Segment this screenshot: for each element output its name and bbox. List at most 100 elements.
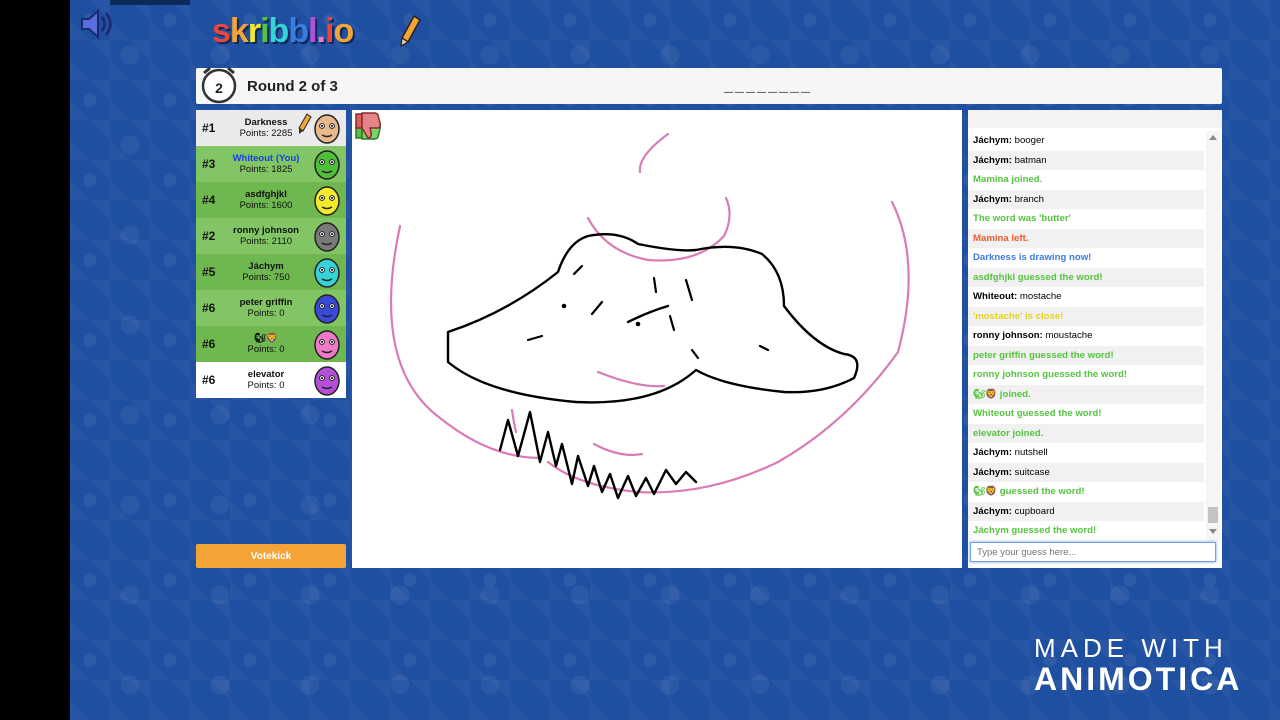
- chat-text: Darkness is drawing now!: [973, 252, 1092, 263]
- chat-message: Jáchym: cupboard: [968, 501, 1204, 521]
- player-info: 🐿🦁 Points: 0: [226, 333, 306, 355]
- chat-author: Jáchym:: [973, 505, 1012, 517]
- player-avatar: [314, 222, 340, 252]
- player-rank: #6: [202, 301, 216, 315]
- chat-author: Jáchym:: [973, 447, 1012, 458]
- thumbs-down-icon[interactable]: [352, 110, 384, 142]
- scroll-up-icon[interactable]: [1209, 135, 1217, 140]
- player-points: Points: 0: [247, 380, 285, 391]
- chat-message: 🐿🦁 guessed the word!: [968, 482, 1204, 502]
- chat-message: ronny johnson guessed the word!: [968, 365, 1204, 385]
- chat-message: Mamina joined.: [968, 170, 1204, 190]
- chat-text: The word was 'butter': [973, 213, 1071, 224]
- chat-message: Jáchym: suitcase: [968, 462, 1204, 482]
- word-hint: ________: [724, 79, 813, 96]
- chat-messages: Jáchym: booger Jáchym: batman Mamina joine…: [968, 131, 1204, 541]
- player-list: #1 Darkness Points: 2285 #3 Whiteout (You) Po…: [196, 110, 346, 398]
- chat-author: Whiteout:: [973, 291, 1018, 302]
- chat-panel: Jáchym: booger Jáchym: batman Mamina joine…: [968, 110, 1222, 568]
- votekick-button[interactable]: Votekick: [196, 544, 346, 568]
- logo-text: skribbl.io: [212, 12, 354, 50]
- player-row[interactable]: #6 🐿🦁 Points: 0: [196, 326, 346, 362]
- chat-text: 🐿🦁 guessed the word!: [973, 486, 1085, 497]
- chat-message: Jáchym: batman: [968, 150, 1204, 170]
- chat-author: ronny johnson:: [973, 330, 1043, 341]
- logo: skribbl.io: [212, 12, 354, 51]
- chat-text: booger: [1011, 135, 1045, 146]
- player-points: Points: 750: [242, 272, 290, 283]
- chat-message: Jáchym: nutshell: [968, 443, 1204, 463]
- player-row[interactable]: #3 Whiteout (You) Points: 1825: [196, 146, 346, 182]
- chat-message: Jáchym guessed the word!: [968, 521, 1204, 541]
- chat-text: nutshell: [1011, 447, 1048, 458]
- player-points: Points: 0: [247, 308, 285, 319]
- player-points: Points: 1825: [239, 164, 293, 175]
- chat-message: asdfghjkl guessed the word!: [968, 267, 1204, 287]
- timer-value: 2: [215, 80, 223, 96]
- chat-text: moustache: [1042, 330, 1093, 341]
- player-info: Jáchym Points: 750: [226, 261, 306, 283]
- drawing: [390, 132, 910, 500]
- chat-text: asdfghjkl guessed the word!: [973, 271, 1103, 283]
- chat-text: batman: [1011, 154, 1047, 166]
- chat-text: 🐿🦁 joined.: [973, 388, 1031, 400]
- round-indicator: Round 2 of 3: [247, 78, 338, 95]
- chat-text: branch: [1011, 193, 1044, 205]
- chat-text: suitcase: [1011, 466, 1050, 478]
- player-info: Darkness Points: 2285: [226, 117, 306, 139]
- player-name: Darkness: [244, 117, 288, 128]
- chat-text: elevator joined.: [973, 427, 1044, 439]
- player-row[interactable]: #6 elevator Points: 0: [196, 362, 346, 398]
- player-name: elevator: [247, 369, 285, 380]
- player-row[interactable]: #4 asdfghjkl Points: 1600: [196, 182, 346, 218]
- chat-text: Whiteout guessed the word!: [973, 408, 1102, 419]
- chat-text: cupboard: [1011, 505, 1055, 517]
- scroll-thumb[interactable]: [1208, 507, 1218, 523]
- player-rank: #3: [202, 157, 216, 171]
- player-name: 🐿🦁: [254, 333, 278, 344]
- player-points: Points: 1600: [239, 200, 293, 211]
- player-row[interactable]: #1 Darkness Points: 2285: [196, 110, 346, 146]
- player-rank: #2: [202, 229, 216, 243]
- chat-message: peter griffin guessed the word!: [968, 345, 1204, 365]
- player-points: Points: 2285: [239, 128, 293, 139]
- chat-text: Mamina left.: [973, 232, 1029, 244]
- player-info: peter griffin Points: 0: [226, 297, 306, 319]
- chat-message: 🐿🦁 joined.: [968, 384, 1204, 404]
- chat-message: Jáchym: booger: [968, 131, 1204, 151]
- chat-message: Whiteout: mostache: [968, 287, 1204, 307]
- logo-pencil-icon: [400, 14, 421, 48]
- drawing-pencil-icon: [298, 113, 312, 134]
- chat-message: 'mostache' is close!: [968, 306, 1204, 326]
- chat-text: mostache: [1017, 291, 1062, 302]
- player-row[interactable]: #5 Jáchym Points: 750: [196, 254, 346, 290]
- player-points: Points: 2110: [239, 236, 293, 247]
- chat-author: Jáchym:: [973, 154, 1012, 166]
- player-rank: #6: [202, 373, 216, 387]
- chat-text: Jáchym guessed the word!: [973, 525, 1097, 536]
- player-name: ronny johnson: [233, 225, 299, 236]
- chat-author: Jáchym:: [973, 135, 1012, 146]
- chat-header: [968, 110, 1222, 128]
- player-avatar: [314, 330, 340, 360]
- scroll-down-icon[interactable]: [1209, 529, 1217, 534]
- player-info: ronny johnson Points: 2110: [226, 225, 306, 247]
- sound-icon[interactable]: [78, 8, 114, 40]
- player-row[interactable]: #2 ronny johnson Points: 2110: [196, 218, 346, 254]
- player-avatar: [314, 150, 340, 180]
- guess-input[interactable]: [970, 542, 1216, 562]
- player-avatar: [314, 186, 340, 216]
- player-row[interactable]: #6 peter griffin Points: 0: [196, 290, 346, 326]
- drawing-canvas[interactable]: [352, 110, 962, 568]
- chat-text: 'mostache' is close!: [973, 310, 1064, 322]
- chat-message: ronny johnson: moustache: [968, 326, 1204, 346]
- watermark-line2: ANIMOTICA: [1034, 661, 1243, 697]
- player-name: Whiteout (You): [232, 153, 300, 164]
- player-rank: #1: [202, 121, 216, 135]
- chat-scrollbar[interactable]: [1206, 131, 1220, 541]
- top-strip: [110, 0, 190, 5]
- chat-message: The word was 'butter': [968, 209, 1204, 229]
- player-rank: #6: [202, 337, 216, 351]
- chat-text: Mamina joined.: [973, 174, 1043, 185]
- watermark: MADE WITH ANIMOTICA: [1034, 634, 1242, 696]
